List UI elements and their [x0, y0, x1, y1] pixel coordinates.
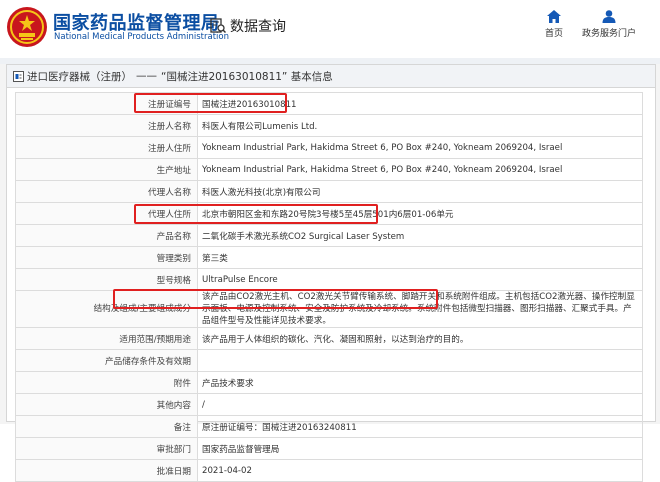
- field-label: 审批部门: [15, 437, 198, 460]
- data-query-link[interactable]: 数据查询: [210, 16, 286, 36]
- table-row: 型号规格 UltraPulse Encore: [15, 268, 643, 291]
- registration-info-table: 注册证编号 国械注进20163010811 注册人名称 科医人有限公司Lumenis …: [15, 92, 643, 482]
- field-value: 科医人有限公司Lumenis Ltd.: [197, 114, 643, 137]
- field-value: /: [197, 393, 643, 416]
- highlight-product-name: [134, 204, 378, 224]
- table-row: 审批部门 国家药品监督管理局: [15, 437, 643, 460]
- field-value: 2021-04-02: [197, 459, 643, 482]
- table-row: 产品名称 二氧化碳手术激光系统CO2 Surgical Laser System: [15, 224, 643, 247]
- nav-home[interactable]: 首页: [541, 10, 567, 39]
- field-value: 国家药品监督管理局: [197, 437, 643, 460]
- field-value: Yokneam Industrial Park, Hakidma Street …: [197, 136, 643, 159]
- field-label: 型号规格: [15, 268, 198, 291]
- data-query-label: 数据查询: [230, 19, 286, 35]
- field-label: 管理类别: [15, 246, 198, 269]
- data-search-icon: [210, 18, 226, 34]
- highlight-intended-use: [113, 289, 438, 309]
- breadcrumb-category: 进口医疗器械（注册）: [27, 70, 132, 83]
- field-label: 产品储存条件及有效期: [15, 349, 198, 372]
- document-icon: [13, 70, 24, 82]
- page-title: “国械注进20163010811” 基本信息: [161, 70, 333, 83]
- table-row: 适用范围/预期用途 该产品用于人体组织的碳化、汽化、凝固和照射，以达到治疗的目的。: [15, 327, 643, 350]
- field-value: 原注册证编号：国械注进20163240811: [197, 415, 643, 438]
- table-row: 注册证编号 国械注进20163010811: [15, 92, 643, 115]
- site-header: 国家药品监督管理局 National Medical Products Admi…: [0, 0, 660, 58]
- field-value: 该产品用于人体组织的碳化、汽化、凝固和照射，以达到治疗的目的。: [197, 327, 643, 350]
- nav-service-portal-label: 政务服务门户: [581, 29, 636, 39]
- table-row: 代理人名称 科医人激光科技(北京)有限公司: [15, 180, 643, 203]
- panel-title-bar: 进口医疗器械（注册） —— “国械注进20163010811” 基本信息: [7, 65, 655, 88]
- field-label: 产品名称: [15, 224, 198, 247]
- national-emblem-icon: [7, 7, 47, 47]
- field-value: 科医人激光科技(北京)有限公司: [197, 180, 643, 203]
- field-value: [197, 349, 643, 372]
- field-label: 其他内容: [15, 393, 198, 416]
- field-label: 代理人名称: [15, 180, 198, 203]
- table-row: 附件 产品技术要求: [15, 371, 643, 394]
- breadcrumb-separator: ——: [136, 70, 157, 82]
- table-row: 批准日期 2021-04-02: [15, 459, 643, 482]
- field-label: 附件: [15, 371, 198, 394]
- user-icon: [602, 10, 616, 23]
- field-label: 备注: [15, 415, 198, 438]
- table-row: 管理类别 第三类: [15, 246, 643, 269]
- nav-service-portal[interactable]: 政务服务门户: [580, 10, 638, 39]
- highlight-registration-number: [134, 93, 287, 113]
- field-label: 生产地址: [15, 158, 198, 181]
- field-value: 第三类: [197, 246, 643, 269]
- nav-home-label: 首页: [544, 29, 563, 39]
- field-value: 二氧化碳手术激光系统CO2 Surgical Laser System: [197, 224, 643, 247]
- table-row: 其他内容 /: [15, 393, 643, 416]
- detail-panel: 进口医疗器械（注册） —— “国械注进20163010811” 基本信息 注册证…: [6, 64, 656, 482]
- table-row: 注册人名称 科医人有限公司Lumenis Ltd.: [15, 114, 643, 137]
- field-value: UltraPulse Encore: [197, 268, 643, 291]
- field-label: 注册人住所: [15, 136, 198, 159]
- table-row: 产品储存条件及有效期: [15, 349, 643, 372]
- table-row: 备注 原注册证编号：国械注进20163240811: [15, 415, 643, 438]
- table-row: 注册人住所 Yokneam Industrial Park, Hakidma St…: [15, 136, 643, 159]
- field-label: 适用范围/预期用途: [15, 327, 198, 350]
- field-label: 批准日期: [15, 459, 198, 482]
- brand-title-en: National Medical Products Administration: [54, 32, 229, 42]
- field-value: Yokneam Industrial Park, Hakidma Street …: [197, 158, 643, 181]
- home-icon: [547, 10, 561, 23]
- field-value: 产品技术要求: [197, 371, 643, 394]
- table-row: 生产地址 Yokneam Industrial Park, Hakidma Str…: [15, 158, 643, 181]
- field-label: 注册人名称: [15, 114, 198, 137]
